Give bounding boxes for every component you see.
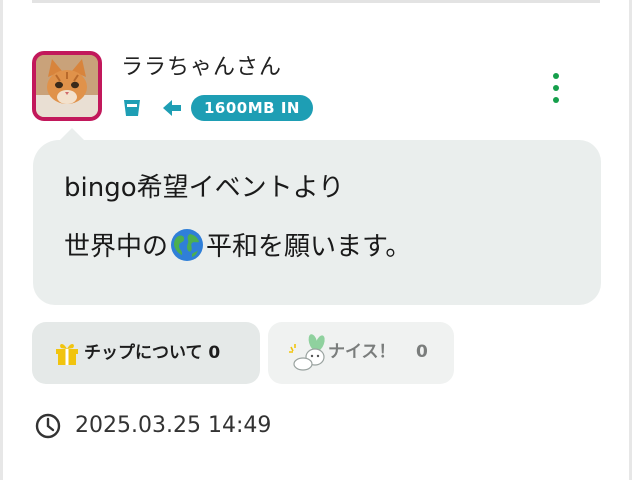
cat-avatar-image xyxy=(36,55,98,117)
post-card: ララちゃんさん 1600MB IN bingo希望イベントより 世界中の 平和を… xyxy=(0,0,632,480)
more-options-button[interactable] xyxy=(545,68,567,108)
nice-count: 0 xyxy=(416,342,428,362)
tip-button[interactable]: チップについて 0 xyxy=(32,322,260,384)
data-badge: 1600MB IN xyxy=(191,95,313,121)
nice-label: ナイス！ xyxy=(328,342,396,362)
cup-icon xyxy=(124,100,140,116)
left-border xyxy=(0,0,3,480)
gift-icon xyxy=(56,343,78,365)
globe-icon xyxy=(171,229,204,261)
username[interactable]: ララちゃんさん xyxy=(121,54,282,82)
message-line-2-before: 世界中の xyxy=(64,232,169,262)
message-bubble xyxy=(33,140,601,305)
message-line-2: 世界中の 平和を願います。 xyxy=(64,228,411,264)
more-vertical-icon xyxy=(553,73,559,79)
nice-button[interactable]: ナイス！ 0 xyxy=(268,322,454,384)
tip-label: チップについて 0 xyxy=(84,343,221,363)
arrow-left-icon xyxy=(163,100,181,116)
avatar[interactable] xyxy=(32,51,102,121)
clock-icon xyxy=(35,413,61,439)
status-row: 1600MB IN xyxy=(121,94,313,122)
message-line-1: bingo希望イベントより xyxy=(64,173,345,203)
timestamp-row: 2025.03.25 14:49 xyxy=(35,411,271,441)
nice-character-icon xyxy=(289,334,325,371)
message-line-2-after: 平和を願います。 xyxy=(206,232,412,262)
top-divider xyxy=(32,0,600,3)
timestamp: 2025.03.25 14:49 xyxy=(75,413,272,438)
